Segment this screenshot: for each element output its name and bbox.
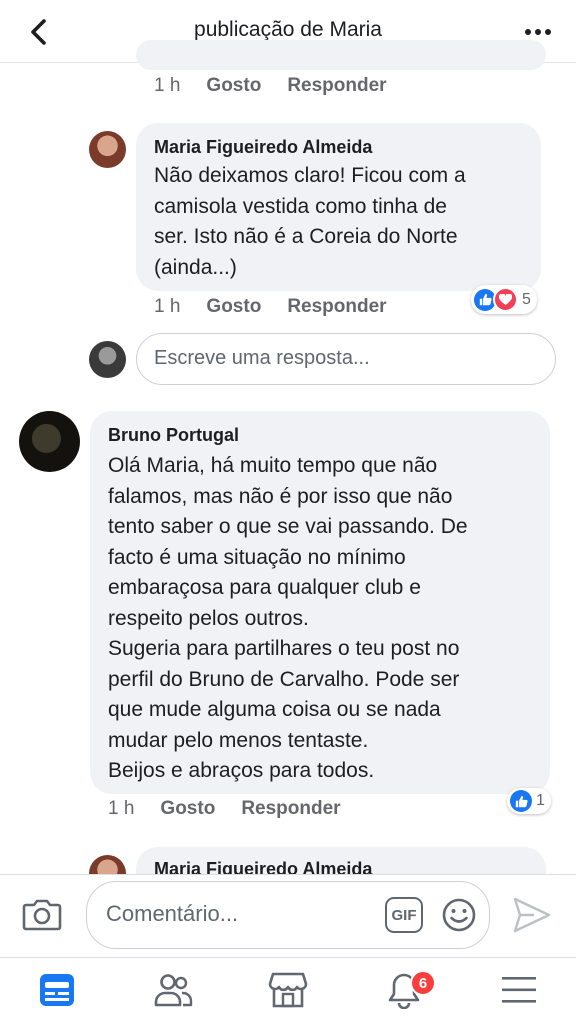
tab-news-feed[interactable]	[27, 962, 87, 1018]
camera-button[interactable]	[22, 896, 64, 936]
like-link[interactable]: Gosto	[206, 296, 261, 318]
reaction-count: 5	[522, 290, 531, 308]
comment-meta: 1 h Gosto Responder	[108, 798, 341, 820]
camera-icon	[22, 899, 62, 931]
back-button[interactable]	[18, 12, 58, 52]
reply-placeholder: Escreve uma resposta...	[154, 347, 370, 369]
reaction-count: 1	[536, 792, 545, 809]
comment-time: 1 h	[154, 296, 181, 317]
comment-meta: 1 h Gosto Responder	[154, 296, 387, 318]
reply-link[interactable]: Responder	[241, 798, 340, 820]
tab-marketplace[interactable]	[258, 962, 318, 1018]
gif-button[interactable]: GIF	[385, 897, 423, 933]
tab-friends[interactable]	[143, 962, 203, 1018]
avatar[interactable]	[89, 131, 126, 168]
notifications-badge: 6	[410, 970, 436, 996]
friends-icon	[154, 974, 193, 1007]
more-dots-icon	[525, 29, 551, 35]
comment-time: 1 h	[154, 75, 181, 96]
reaction-summary[interactable]: 1	[507, 788, 551, 814]
chevron-left-icon	[31, 19, 46, 45]
comment-text: Olá Maria, há muito tempo que não falamo…	[108, 454, 468, 782]
tab-menu[interactable]	[489, 962, 549, 1018]
comment-time: 1 h	[108, 798, 135, 819]
comment-placeholder: Comentário...	[106, 901, 239, 926]
menu-icon	[502, 977, 536, 1003]
send-icon	[513, 897, 551, 933]
like-link[interactable]: Gosto	[160, 798, 215, 820]
avatar	[89, 341, 126, 378]
emoji-icon	[442, 898, 476, 932]
avatar[interactable]	[19, 411, 80, 472]
previous-comment-bubble	[136, 40, 546, 70]
page-title: publicação de Maria	[194, 18, 382, 41]
emoji-button[interactable]	[441, 897, 477, 933]
comment-author[interactable]: Bruno Portugal	[108, 425, 239, 446]
like-link[interactable]: Gosto	[206, 75, 261, 97]
love-reaction-icon	[493, 287, 518, 312]
comment-meta: 1 h Gosto Responder	[154, 75, 387, 97]
news-feed-icon	[40, 974, 74, 1006]
send-button[interactable]	[512, 896, 554, 934]
gif-label: GIF	[391, 906, 417, 924]
reply-link[interactable]: Responder	[287, 75, 386, 97]
comment-text: Não deixamos claro! Ficou com a camisola…	[154, 164, 466, 279]
marketplace-icon	[268, 972, 308, 1008]
like-reaction-icon	[510, 790, 532, 812]
comment-author[interactable]: Maria Figueiredo Almeida	[154, 137, 372, 158]
reply-link[interactable]: Responder	[287, 296, 386, 318]
reaction-summary[interactable]: 5	[471, 285, 537, 314]
